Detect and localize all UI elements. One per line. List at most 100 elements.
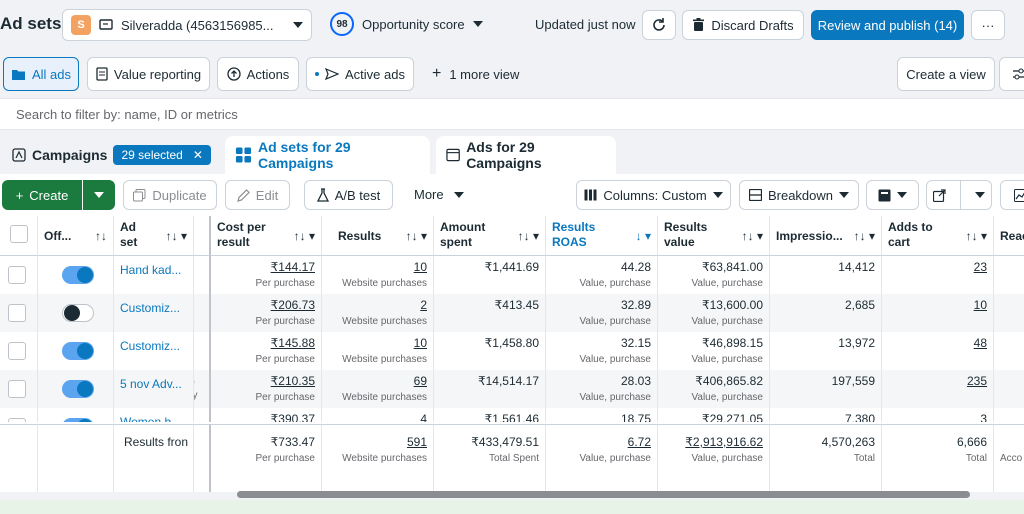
discard-drafts-button[interactable]: Discard Drafts <box>682 10 804 40</box>
row-toggle[interactable] <box>62 304 94 322</box>
cost-per-result[interactable]: ₹145.88 <box>271 336 315 350</box>
results-sub: Website purchases <box>342 316 427 327</box>
cost-per-result[interactable]: ₹390.37 <box>271 412 315 422</box>
sort-icon[interactable]: ↑↓ ▾ <box>854 229 875 244</box>
refresh-button[interactable] <box>642 10 676 40</box>
more-options-button[interactable]: ··· <box>971 10 1005 40</box>
create-view-button[interactable]: Create a view <box>897 57 995 91</box>
row-checkbox[interactable] <box>8 380 26 398</box>
tab-ads[interactable]: Ads for 29 Campaigns <box>436 136 616 174</box>
horizontal-scrollbar[interactable] <box>237 491 970 498</box>
results-value[interactable]: 2 <box>420 298 427 312</box>
results-value[interactable]: 10 <box>414 336 427 350</box>
results-value[interactable]: 69 <box>414 374 427 388</box>
more-button[interactable]: More <box>414 187 464 202</box>
breakdown-button[interactable]: Breakdown <box>739 180 859 210</box>
ab-test-button[interactable]: A/B test <box>304 180 393 210</box>
sort-icon[interactable]: ↓ ▾ <box>636 229 651 244</box>
adds-to-cart[interactable]: 235 <box>967 374 987 388</box>
adset-name-link[interactable]: Customiz... <box>120 339 187 353</box>
adset-name-link[interactable]: 5 nov Adv... <box>120 377 187 391</box>
export-button[interactable] <box>926 180 992 210</box>
account-selector[interactable]: S Silveradda (4563156985... <box>62 9 312 41</box>
adds-to-cart[interactable]: 3 <box>980 412 987 422</box>
adset-name-link[interactable]: Customiz... <box>120 301 187 315</box>
trash-icon <box>693 18 705 31</box>
account-icon <box>99 19 113 30</box>
view-active-ads[interactable]: Active ads <box>306 57 414 91</box>
adset-name-link[interactable]: Women b... <box>120 415 187 422</box>
cost-per-result-sub: Per purchase <box>255 316 315 327</box>
row-checkbox[interactable] <box>8 342 26 360</box>
sort-icon[interactable]: ↑↓ ▾ <box>742 229 763 244</box>
header-spent-label: Amount spent <box>440 220 486 249</box>
more-views-button[interactable]: + 1 more view <box>432 65 519 83</box>
header-cost-per-result[interactable]: Cost per result ↑↓ ▾ <box>211 216 322 256</box>
close-icon[interactable]: ✕ <box>193 148 203 162</box>
total-roas[interactable]: 6.72 <box>552 435 651 449</box>
create-button[interactable]: + Create <box>2 180 82 210</box>
duplicate-button[interactable]: Duplicate <box>123 180 217 210</box>
roas-sub: Value, purchase <box>579 316 651 327</box>
row-checkbox[interactable] <box>8 266 26 284</box>
row-toggle[interactable] <box>62 380 94 398</box>
more-icon: ··· <box>981 17 995 33</box>
header-amount-spent[interactable]: Amount spent ↑↓ ▾ <box>434 216 546 256</box>
tab-adsets[interactable]: Ad sets for 29 Campaigns <box>225 136 430 174</box>
row-checkbox[interactable] <box>8 418 26 422</box>
columns-button[interactable]: Columns: Custom <box>576 180 731 210</box>
adds-to-cart[interactable]: 48 <box>974 336 987 350</box>
header-off[interactable]: Off... ↑↓ <box>38 216 114 256</box>
roas-sub: Value, purchase <box>579 278 651 289</box>
review-publish-button[interactable]: Review and publish (14) <box>811 10 964 40</box>
view-all-ads[interactable]: All ads <box>3 57 79 91</box>
header-reach[interactable]: Reac <box>994 216 1024 256</box>
sort-icon[interactable]: ↑↓ ▾ <box>518 229 539 244</box>
sort-icon[interactable]: ↑↓ ▾ <box>166 229 187 244</box>
total-results[interactable]: 591 <box>328 435 427 449</box>
cost-per-result[interactable]: ₹144.17 <box>271 260 315 274</box>
row-toggle[interactable] <box>62 266 94 284</box>
create-dropdown-button[interactable] <box>83 180 115 210</box>
adds-to-cart[interactable]: 23 <box>974 260 987 274</box>
sort-icon[interactable]: ↑↓ ▾ <box>294 229 315 244</box>
sort-icon[interactable]: ↑↓ <box>95 229 107 244</box>
view-settings-button[interactable] <box>999 57 1024 91</box>
search-input[interactable]: Search to filter by: name, ID or metrics <box>16 107 238 122</box>
results-value[interactable]: 4 <box>420 412 427 422</box>
view-value-reporting-label: Value reporting <box>113 66 202 82</box>
select-all-checkbox[interactable] <box>10 225 28 243</box>
chevron-down-icon <box>839 192 850 198</box>
adset-name-link[interactable]: Hand kad... <box>120 263 187 277</box>
sort-icon[interactable]: ↑↓ ▾ <box>406 229 427 244</box>
chevron-down-icon <box>712 192 723 198</box>
header-results[interactable]: Results ↑↓ ▾ <box>322 216 434 256</box>
adds-to-cart[interactable]: 10 <box>974 298 987 312</box>
header-results-roas[interactable]: Results ROAS ↓ ▾ <box>546 216 658 256</box>
sort-icon[interactable]: ↑↓ ▾ <box>966 229 987 244</box>
total-value[interactable]: ₹2,913,916.62 <box>664 435 763 449</box>
opportunity-score[interactable]: 98 Opportunity score <box>330 12 483 36</box>
cost-per-result[interactable]: ₹210.35 <box>271 374 315 388</box>
search-bar[interactable]: Search to filter by: name, ID or metrics <box>0 98 1024 130</box>
header-results-value[interactable]: Results value ↑↓ ▾ <box>658 216 770 256</box>
edit-button[interactable]: Edit <box>225 180 290 210</box>
selected-chip[interactable]: 29 selected ✕ <box>113 145 211 165</box>
cost-per-result[interactable]: ₹206.73 <box>271 298 315 312</box>
chart-button[interactable] <box>1000 180 1024 210</box>
header-adds-to-cart[interactable]: Adds to cart ↑↓ ▾ <box>882 216 994 256</box>
results-value[interactable]: 10 <box>414 260 427 274</box>
view-actions[interactable]: Actions <box>217 57 299 91</box>
total-cpr-sub: Per purchase <box>255 453 315 464</box>
select-all-header <box>0 216 38 256</box>
reports-button[interactable] <box>866 180 919 210</box>
row-toggle[interactable] <box>62 342 94 360</box>
results-roas: 32.89 <box>620 298 651 312</box>
header-impressions[interactable]: Impressio... ↑↓ ▾ <box>770 216 882 256</box>
row-toggle[interactable] <box>62 418 94 422</box>
tab-campaigns[interactable]: Campaigns 29 selected ✕ <box>2 136 221 174</box>
header-adset[interactable]: Ad set ↑↓ ▾ <box>114 216 194 256</box>
row-checkbox[interactable] <box>8 304 26 322</box>
view-value-reporting[interactable]: Value reporting <box>87 57 210 91</box>
breakdown-label: Breakdown <box>767 187 834 203</box>
